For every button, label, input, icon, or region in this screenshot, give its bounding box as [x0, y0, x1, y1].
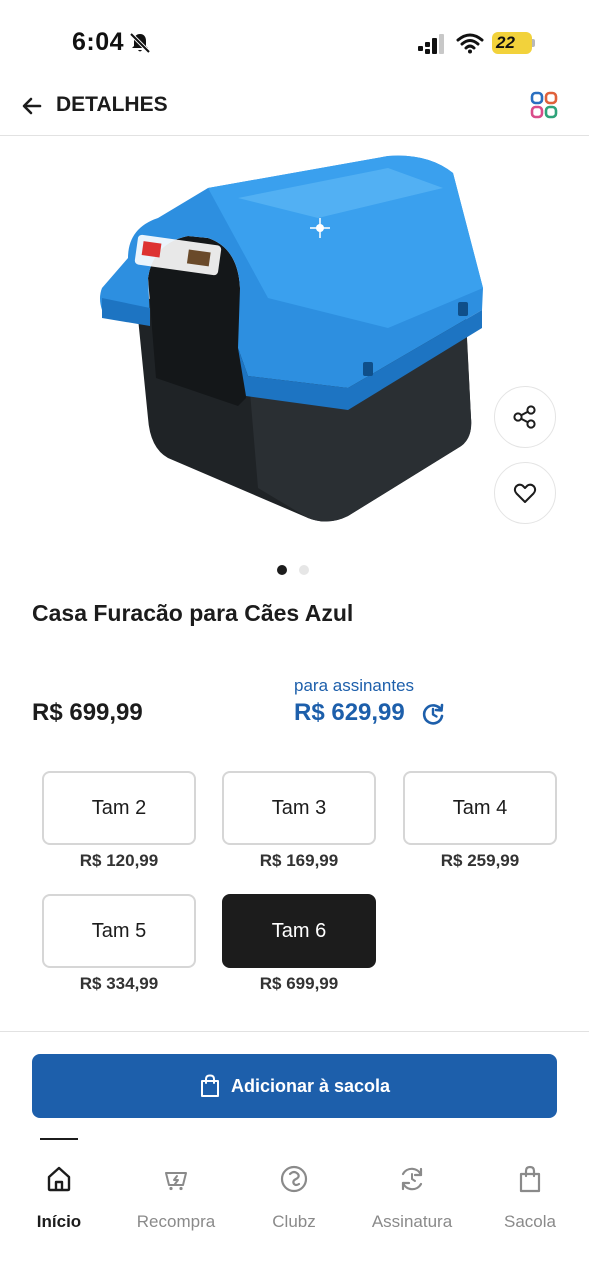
battery-indicator: 22: [492, 32, 536, 54]
share-button[interactable]: [494, 386, 556, 448]
size-option-tam-6[interactable]: Tam 6: [222, 894, 376, 968]
favorite-button[interactable]: [494, 462, 556, 524]
nav-item-clubz[interactable]: Clubz: [235, 1150, 353, 1246]
clubz-icon: [280, 1165, 308, 1193]
size-option-tam-4[interactable]: Tam 4: [403, 771, 557, 845]
wifi-icon: [456, 33, 484, 54]
product-image: [100, 155, 483, 522]
product-price: R$ 699,99: [32, 699, 143, 726]
nav-item-assinatura[interactable]: Assinatura: [353, 1150, 471, 1246]
battery-tip: [532, 39, 535, 47]
subscription-icon: [401, 1167, 423, 1191]
size-price-tam-5: R$ 334,99: [79, 974, 159, 993]
size-price-tam-6: R$ 699,99: [259, 974, 339, 993]
nav-label: Clubz: [272, 1212, 316, 1231]
signal-icon: [418, 34, 444, 54]
size-price-tam-4: R$ 259,99: [440, 851, 520, 870]
page-title: DETALHES: [56, 93, 168, 116]
bottom-nav: Início Recompra Clubz Assinatura Sacola: [0, 1150, 589, 1250]
divider: [0, 1031, 589, 1032]
bell-off-icon: [129, 32, 151, 54]
size-price-tam-2: R$ 120,99: [79, 851, 159, 870]
status-bar: 6:04 22: [0, 0, 589, 80]
repurchase-icon: [165, 1172, 187, 1191]
subscriber-price: R$ 629,99: [294, 699, 405, 726]
nav-label: Início: [36, 1212, 82, 1231]
header: DETALHES: [0, 80, 589, 136]
battery-level: 22: [496, 33, 515, 52]
recurring-icon: [422, 703, 444, 725]
back-arrow-icon[interactable]: [20, 94, 44, 118]
size-price-tam-3: R$ 169,99: [259, 851, 339, 870]
carousel-dot[interactable]: [277, 565, 287, 575]
subscriber-label: para assinantes: [294, 676, 415, 695]
status-time: 6:04: [72, 28, 125, 56]
nav-label: Recompra: [136, 1212, 216, 1231]
carousel-dot[interactable]: [299, 565, 309, 575]
size-option-tam-3[interactable]: Tam 3: [222, 771, 376, 845]
add-to-bag-button[interactable]: Adicionar à sacola: [32, 1054, 557, 1118]
product-title: Casa Furacão para Cães Azul: [32, 600, 354, 626]
heart-icon: [513, 483, 537, 503]
size-option-tam-2[interactable]: Tam 2: [42, 771, 196, 845]
bag-icon: [519, 1165, 541, 1193]
categories-grid-icon[interactable]: [530, 91, 558, 119]
nav-item-recompra[interactable]: Recompra: [117, 1150, 235, 1246]
nav-label: Sacola: [504, 1212, 556, 1231]
active-tab-indicator: [40, 1138, 78, 1140]
share-icon: [513, 405, 536, 429]
nav-item-sacola[interactable]: Sacola: [471, 1150, 589, 1246]
nav-item-inicio[interactable]: Início: [0, 1150, 118, 1246]
add-to-bag-label: Adicionar à sacola: [230, 1075, 391, 1096]
shopping-bag-icon: [200, 1074, 219, 1097]
home-icon: [47, 1166, 71, 1192]
size-option-tam-5[interactable]: Tam 5: [42, 894, 196, 968]
image-carousel-dots: [277, 565, 309, 577]
nav-label: Assinatura: [371, 1212, 453, 1231]
